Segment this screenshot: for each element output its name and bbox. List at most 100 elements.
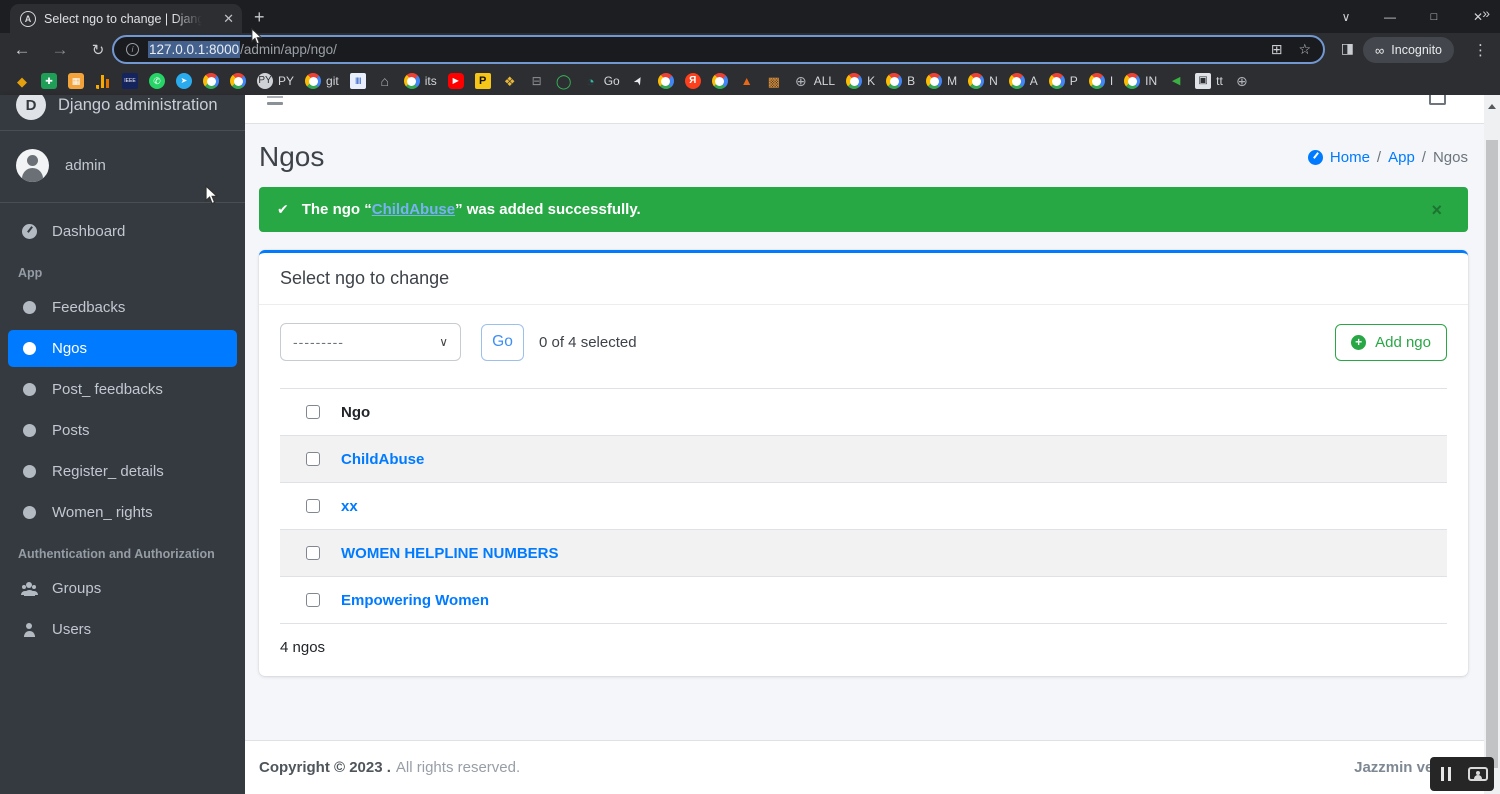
add-ngo-button[interactable]: + Add ngo <box>1335 323 1447 361</box>
bookmark-item[interactable]: ▩ <box>766 73 782 89</box>
bookmark-icon <box>926 73 943 89</box>
sidebar-item-groups[interactable]: Groups <box>8 570 237 607</box>
sidebar-item-women-rights[interactable]: Women_ rights <box>8 494 237 531</box>
scrollbar-up-icon[interactable] <box>1488 104 1496 109</box>
bookmark-item[interactable]: IN <box>1124 73 1157 89</box>
bookmark-item[interactable]: its <box>403 73 437 89</box>
scrollbar-thumb[interactable] <box>1486 140 1498 768</box>
bookmark-item[interactable]: N <box>968 73 998 89</box>
bookmark-item[interactable]: ▦ <box>68 73 84 89</box>
select-all-checkbox[interactable] <box>306 405 320 419</box>
bookmark-item[interactable]: git <box>305 73 339 89</box>
bookmark-item[interactable]: I <box>1088 73 1113 89</box>
url-bar[interactable]: i 127.0.0.1:8000/admin/app/ngo/ ⊞ ☆ <box>112 35 1325 64</box>
sidebar-item-post-feedbacks[interactable]: Post_ feedbacks <box>8 371 237 408</box>
bookmark-item[interactable]: ❖ <box>502 73 518 89</box>
tab-close-icon[interactable]: ✕ <box>223 12 234 25</box>
browser-tab[interactable]: A Select ngo to change | Django sit ✕ <box>10 4 242 33</box>
bookmark-item[interactable] <box>711 73 728 89</box>
sidebar-item-register-details[interactable]: Register_ details <box>8 453 237 490</box>
bookmark-item[interactable] <box>657 73 674 89</box>
pause-button[interactable] <box>1430 757 1462 791</box>
sidebar-item-ngos[interactable]: Ngos <box>8 330 237 367</box>
tab-search-icon[interactable]: ∨ <box>1324 10 1368 24</box>
sidebar-item-dashboard[interactable]: Dashboard <box>8 213 237 250</box>
bookmark-item[interactable]: ▶ <box>447 73 464 89</box>
reload-button[interactable]: ↻ <box>84 33 112 67</box>
ngo-link[interactable]: WOMEN HELPLINE NUMBERS <box>341 545 559 562</box>
bookmark-item[interactable]: A <box>1008 73 1038 89</box>
sidebar-item-icon <box>16 581 42 596</box>
breadcrumb-app-link[interactable]: App <box>1388 149 1415 166</box>
action-select[interactable]: --------- ∨ <box>280 323 461 361</box>
bookmark-item[interactable]: ▲ <box>739 73 755 89</box>
bookmark-item[interactable]: P <box>1048 73 1078 89</box>
bookmark-item[interactable]: Я <box>684 73 701 89</box>
bookmark-item[interactable]: ◔ Go <box>583 73 620 89</box>
maximize-button[interactable]: □ <box>1412 11 1456 23</box>
extensions-grid-icon[interactable]: ⊞ <box>1271 41 1283 58</box>
minimize-button[interactable]: — <box>1368 10 1412 24</box>
sidebar-item-feedbacks[interactable]: Feedbacks <box>8 289 237 326</box>
bookmark-label: its <box>424 74 437 88</box>
ngo-link[interactable]: Empowering Women <box>341 592 489 609</box>
close-window-button[interactable]: ✕ <box>1456 10 1500 24</box>
bookmark-item[interactable]: ✆ <box>149 73 165 89</box>
alert-ngo-link[interactable]: ChildAbuse <box>372 201 455 218</box>
user-name: admin <box>65 157 106 174</box>
alert-close-icon[interactable]: × <box>1431 201 1442 219</box>
brand-link[interactable]: D Django administration <box>0 95 245 131</box>
bookmark-item[interactable]: ◯ <box>556 73 572 89</box>
ngo-link[interactable]: ChildAbuse <box>341 451 424 468</box>
bookmark-item[interactable]: ⊕ ALL <box>793 73 835 89</box>
ngo-link[interactable]: xx <box>341 498 358 515</box>
row-checkbox[interactable] <box>306 452 320 466</box>
bookmark-item[interactable]: ◆ <box>14 73 30 89</box>
browser-menu-icon[interactable]: ⋮ <box>1473 41 1488 59</box>
sidebar-item-posts[interactable]: Posts <box>8 412 237 449</box>
bookmark-item[interactable]: B <box>886 73 915 89</box>
bookmark-star-icon[interactable]: ☆ <box>1298 41 1311 58</box>
go-button[interactable]: Go <box>481 323 524 361</box>
pip-button[interactable] <box>1462 757 1494 791</box>
bookmark-item[interactable] <box>203 73 219 89</box>
hamburger-menu-icon[interactable] <box>267 96 283 105</box>
page-scrollbar[interactable] <box>1484 95 1500 794</box>
back-button[interactable]: ← <box>8 33 36 67</box>
bookmark-icon: ◔ <box>586 73 595 89</box>
sidebar-item-users[interactable]: Users <box>8 611 237 648</box>
bookmark-item[interactable]: PY PY <box>257 73 294 89</box>
bookmarks-overflow-icon[interactable]: » <box>1482 5 1490 21</box>
breadcrumb: Home / App / Ngos <box>1307 149 1468 166</box>
bookmark-item[interactable]: ⊟ <box>529 73 545 89</box>
bookmark-item[interactable]: M <box>926 73 957 89</box>
bookmark-item[interactable]: ‖‖ <box>349 73 366 89</box>
bookmark-icon: Я <box>684 73 701 89</box>
bookmark-icon: ▦ <box>68 73 84 89</box>
url-text[interactable]: 127.0.0.1:8000/admin/app/ngo/ <box>148 41 337 58</box>
bookmark-item[interactable]: IEEE <box>122 73 138 89</box>
breadcrumb-home-link[interactable]: Home <box>1330 149 1370 166</box>
new-tab-button[interactable]: + <box>254 7 265 28</box>
forward-button[interactable]: → <box>46 33 74 67</box>
bookmark-label: P <box>1069 74 1078 88</box>
bookmark-item[interactable]: ➤ <box>176 73 192 89</box>
bookmark-item[interactable]: ⌂ <box>377 73 393 89</box>
bookmark-item[interactable] <box>230 73 246 89</box>
row-checkbox[interactable] <box>306 546 320 560</box>
bookmark-item[interactable]: ▣ tt <box>1195 73 1223 89</box>
bookmark-item[interactable] <box>95 73 111 89</box>
bookmark-item[interactable]: K <box>846 73 875 89</box>
bookmark-item[interactable]: ➤ <box>631 73 647 89</box>
row-checkbox[interactable] <box>306 499 320 513</box>
site-info-icon[interactable]: i <box>126 43 139 56</box>
bookmark-item[interactable]: ⊕ <box>1234 73 1250 89</box>
bookmark-item[interactable]: ✚ <box>41 73 57 89</box>
side-panel-icon[interactable]: ◨ <box>1341 40 1354 57</box>
url-selected-text: 127.0.0.1:8000 <box>148 41 241 58</box>
bookmark-item[interactable]: ◀ <box>1168 73 1184 89</box>
row-checkbox[interactable] <box>306 593 320 607</box>
column-header-ngo[interactable]: Ngo <box>341 404 370 421</box>
bookmark-item[interactable]: P <box>474 73 491 89</box>
fullscreen-icon[interactable] <box>1429 95 1446 105</box>
